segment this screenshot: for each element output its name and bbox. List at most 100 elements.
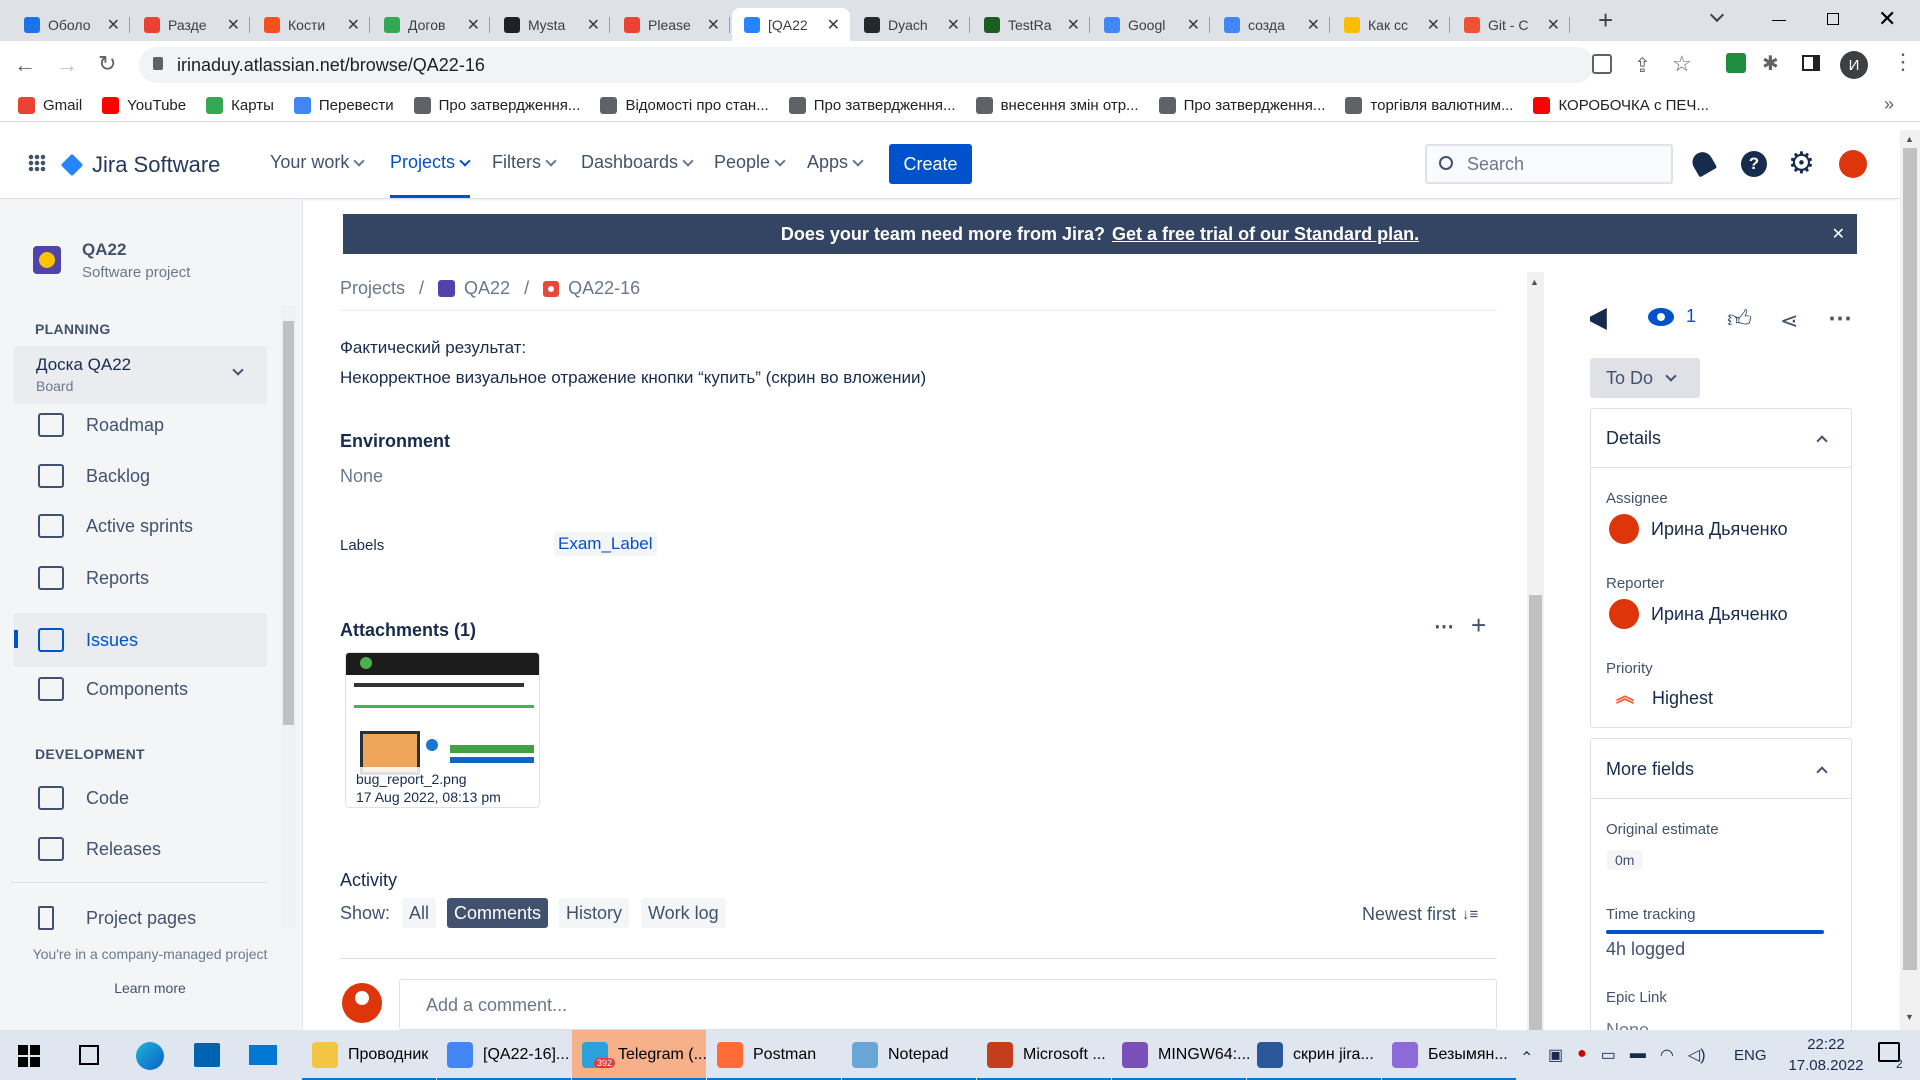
watch-button[interactable]: 1 (1648, 306, 1696, 327)
sidebar-item-roadmap[interactable]: Roadmap (14, 403, 267, 447)
tab-search-icon[interactable] (1709, 7, 1725, 23)
nav-people[interactable]: People (714, 152, 786, 173)
taskbar-app[interactable]: 392 Telegram (... (572, 1030, 707, 1080)
sidebar-item-issues[interactable]: Issues (14, 613, 267, 667)
banner-link[interactable]: Get a free trial of our Standard plan. (1112, 224, 1419, 245)
puzzle-icon[interactable]: ✱ (1762, 51, 1779, 76)
reload-icon[interactable]: ↻ (98, 51, 116, 77)
breadcrumb-issue[interactable]: QA22-16 (568, 278, 640, 299)
extension-icon[interactable] (1726, 53, 1746, 73)
browser-tab[interactable]: Git - C ✕ (1452, 8, 1570, 41)
browser-tab[interactable]: Оболо ✕ (12, 8, 130, 41)
like-icon[interactable]: 👍︎ (1727, 306, 1752, 334)
browser-tab[interactable]: Разде ✕ (132, 8, 250, 41)
browser-tab[interactable]: Please ✕ (612, 8, 730, 41)
bookmark-item[interactable]: КОРОБОЧКА с ПЕЧ... (1533, 97, 1709, 114)
close-tab-icon[interactable]: ✕ (227, 15, 240, 35)
main-scrollbar[interactable]: ▲ (1527, 272, 1544, 1030)
original-estimate-value[interactable]: 0m (1607, 850, 1643, 870)
nav-filters[interactable]: Filters (492, 152, 557, 173)
activity-filter-all[interactable]: All (402, 898, 437, 928)
environment-value[interactable]: None (340, 466, 383, 487)
label-tag[interactable]: Exam_Label (554, 532, 657, 556)
assignee-value[interactable]: Ирина Дьяченко (1651, 519, 1788, 540)
sidebar-item-reports[interactable]: Reports (14, 556, 267, 600)
bookmark-item[interactable]: Перевести (293, 97, 394, 114)
sidebar-item-backlog[interactable]: Backlog (14, 454, 267, 498)
breadcrumb-project[interactable]: QA22 (464, 278, 510, 299)
translate-icon[interactable] (1592, 54, 1612, 74)
browser-tab[interactable]: Googl ✕ (1092, 8, 1210, 41)
breadcrumb-projects[interactable]: Projects (340, 278, 405, 299)
minimize-button[interactable] (1772, 20, 1786, 21)
browser-tab[interactable]: созда ✕ (1212, 8, 1330, 41)
close-tab-icon[interactable]: ✕ (347, 15, 360, 35)
settings-icon[interactable]: ⚙ (1788, 146, 1815, 181)
new-tab-button[interactable]: + (1598, 7, 1613, 33)
more-bookmarks-icon[interactable]: » (1884, 94, 1894, 115)
sidebar-item-releases[interactable]: Releases (14, 827, 267, 871)
comment-input[interactable]: Add a comment... (399, 979, 1497, 1030)
user-avatar[interactable] (1839, 150, 1867, 178)
forward-icon[interactable]: → (56, 52, 78, 78)
status-dropdown[interactable]: To Do (1590, 358, 1700, 398)
browser-tab[interactable]: Dyach ✕ (852, 8, 970, 41)
share-issue-icon[interactable]: ⋖ (1780, 308, 1798, 334)
bookmark-item[interactable]: торгівля валютним... (1345, 97, 1513, 114)
activity-filter-history[interactable]: History (559, 898, 630, 928)
attachment-thumbnail[interactable]: bug_report_2.png 17 Aug 2022, 08:13 pm (345, 652, 540, 808)
right-scrollbar[interactable]: ▲ ▼ (1900, 130, 1920, 1030)
project-name[interactable]: QA22 (82, 240, 126, 260)
bookmark-item[interactable]: внесення змін отр... (975, 97, 1139, 114)
bookmark-item[interactable]: YouTube (102, 97, 186, 114)
sort-toggle[interactable]: Newest first ↓≡ (1362, 904, 1478, 925)
reporter-value[interactable]: Ирина Дьяченко (1651, 604, 1788, 625)
url-field[interactable]: irinaduy.atlassian.net/browse/QA22-16 (139, 47, 1594, 83)
clock-date[interactable]: 17.08.2022 (1787, 1057, 1865, 1074)
close-tab-icon[interactable]: ✕ (827, 15, 840, 35)
bookmark-item[interactable]: Gmail (18, 97, 82, 114)
close-tab-icon[interactable]: ✕ (1547, 15, 1560, 35)
clock-time[interactable]: 22:22 (1791, 1036, 1861, 1053)
sidebar-item-code[interactable]: Code (14, 776, 267, 820)
task-view-icon[interactable] (79, 1045, 99, 1065)
nav-dashboards[interactable]: Dashboards (581, 152, 694, 173)
mail-icon[interactable] (249, 1045, 277, 1065)
app-switcher-icon[interactable] (28, 154, 46, 172)
time-tracking-value[interactable]: 4h logged (1606, 939, 1685, 960)
browser-tab[interactable]: Mysta ✕ (492, 8, 610, 41)
taskbar-app[interactable]: Notepad (842, 1030, 976, 1080)
close-tab-icon[interactable]: ✕ (467, 15, 480, 35)
learn-more-link[interactable]: Learn more (0, 980, 300, 996)
sidepanel-icon[interactable] (1802, 55, 1820, 71)
sidebar-item-active-sprints[interactable]: Active sprints (14, 504, 267, 548)
browser-tab[interactable]: [QA22 ✕ (732, 8, 850, 41)
nav-projects[interactable]: Projects (390, 152, 471, 173)
maximize-button[interactable] (1827, 13, 1839, 25)
nav-apps[interactable]: Apps (807, 152, 864, 173)
create-button[interactable]: Create (889, 144, 972, 184)
bookmark-item[interactable]: Про затвердження... (1158, 97, 1325, 114)
taskbar-app[interactable]: Postman (707, 1030, 841, 1080)
activity-filter-comments[interactable]: Comments (447, 898, 549, 928)
store-icon[interactable] (194, 1043, 220, 1067)
browser-menu-icon[interactable]: ⋮ (1892, 51, 1914, 73)
bookmark-item[interactable]: Карты (206, 97, 274, 114)
sidebar-item-project-pages[interactable]: Project pages (14, 896, 267, 940)
search-input[interactable]: Search (1425, 144, 1673, 184)
bookmark-item[interactable]: Відомості про стан... (600, 97, 769, 114)
board-selector[interactable]: Доска QA22 Board (14, 346, 267, 404)
browser-tab[interactable]: Догов ✕ (372, 8, 490, 41)
close-window-button[interactable]: ✕ (1878, 6, 1896, 32)
more-icon[interactable]: ⋯ (1434, 614, 1454, 639)
taskbar-app[interactable]: [QA22-16]... (437, 1030, 571, 1080)
language-indicator[interactable]: ENG (1734, 1047, 1767, 1064)
share-icon[interactable]: ⇪ (1634, 53, 1651, 78)
sidebar-scrollbar[interactable] (281, 306, 296, 928)
close-icon[interactable]: ✕ (1832, 224, 1845, 244)
edge-icon[interactable] (136, 1042, 164, 1070)
browser-tab[interactable]: TestRa ✕ (972, 8, 1090, 41)
windows-start-icon[interactable] (18, 1045, 40, 1067)
taskbar-app[interactable]: Безымян... (1382, 1030, 1516, 1080)
feedback-icon[interactable] (1590, 308, 1607, 330)
